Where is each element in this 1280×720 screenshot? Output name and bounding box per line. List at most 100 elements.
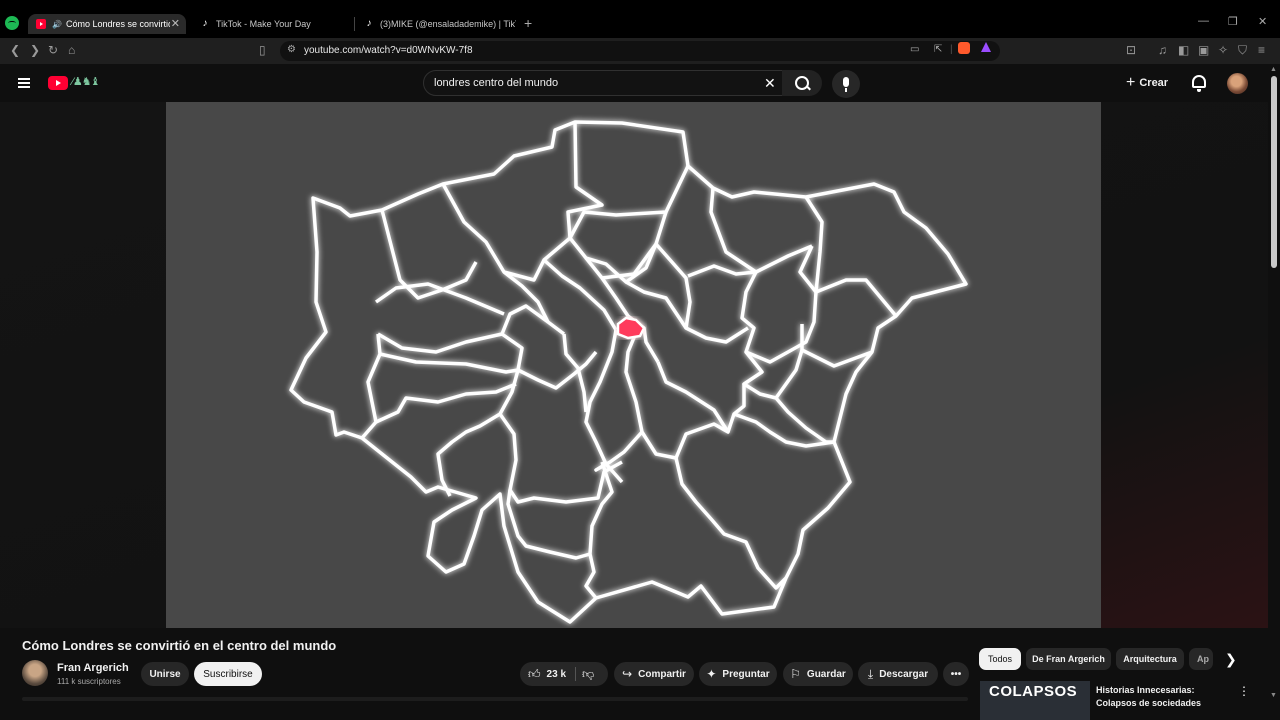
close-tab-icon[interactable]: ✕: [171, 17, 180, 30]
borough-border: [441, 121, 604, 282]
search-box[interactable]: londres centro del mundo ✕: [423, 70, 787, 96]
brave-shield-icon[interactable]: [958, 42, 970, 54]
notifications-icon[interactable]: [1192, 75, 1206, 92]
share-label: Compartir: [638, 668, 686, 680]
search-input[interactable]: londres centro del mundo: [434, 77, 558, 89]
account-avatar[interactable]: [1227, 73, 1248, 94]
clear-search-icon[interactable]: ✕: [764, 75, 776, 92]
subscriber-count: 111 k suscriptores: [57, 677, 121, 686]
description-box-edge[interactable]: [22, 697, 968, 701]
wallet-icon[interactable]: ▣: [1198, 43, 1209, 57]
hamburger-menu-icon[interactable]: [18, 78, 30, 88]
share-arrow-icon: ↪: [622, 667, 633, 681]
channel-avatar[interactable]: [22, 660, 48, 686]
borough-border: [742, 350, 834, 444]
tab-title: (3)MIKE (@ensaladademike) | TikTok: [380, 19, 516, 29]
borough-border: [542, 258, 618, 331]
address-bar[interactable]: ⚙ youtube.com/watch?v=d0WNvKW-7f8 ▭ ⇱ |: [280, 41, 1000, 61]
borough-border: [584, 461, 614, 600]
video-title: Cómo Londres se convirtió en el centro d…: [22, 638, 337, 653]
create-label: Crear: [1139, 77, 1169, 89]
rewards-icon[interactable]: [981, 42, 991, 52]
city-of-london-highlight: [616, 316, 646, 340]
back-icon[interactable]: ❮: [10, 43, 20, 57]
subscribe-button[interactable]: Suscribirse: [194, 662, 262, 686]
save-button[interactable]: ⚐ Guardar: [783, 662, 853, 686]
more-vert-icon[interactable]: ⋮: [1238, 684, 1250, 698]
chevron-right-icon[interactable]: ❯: [1225, 651, 1237, 668]
borough-border: [436, 332, 524, 497]
restore-icon[interactable]: ❐: [1228, 15, 1238, 28]
tab-title: Cómo Londres se convirtió en el centro d…: [65, 19, 170, 29]
borough-border: [568, 165, 690, 239]
minimize-icon[interactable]: —: [1198, 15, 1209, 27]
tab-tiktok-profile[interactable]: ♪ (3)MIKE (@ensaladademike) | TikTok: [356, 14, 517, 34]
page-scrollbar[interactable]: ▲ ▼: [1268, 64, 1280, 720]
chip-all[interactable]: Todos: [979, 648, 1021, 670]
media-icon[interactable]: ♫: [1158, 43, 1167, 57]
new-tab-button[interactable]: +: [524, 15, 532, 31]
chip-channel[interactable]: De Fran Argerich: [1026, 648, 1111, 670]
bookmark-icon: ⚐: [790, 667, 801, 681]
menu-icon[interactable]: ≡: [1258, 43, 1265, 57]
chip-architecture[interactable]: Arquitectura: [1116, 648, 1184, 670]
spotify-icon[interactable]: [5, 16, 19, 30]
borough-border: [674, 457, 788, 590]
related-video-title[interactable]: Historias Innecesarias: Colapsos de soci…: [1096, 684, 1236, 710]
search-button[interactable]: [782, 70, 822, 96]
bookmark-icon[interactable]: ▯: [259, 43, 266, 57]
video-player[interactable]: [166, 102, 1101, 628]
voice-search-button[interactable]: [832, 70, 860, 98]
download-label: Descargar: [879, 668, 929, 680]
site-info-icon[interactable]: ⚙: [287, 44, 296, 55]
like-icon[interactable]: 👍︎: [528, 667, 541, 682]
share-button[interactable]: ↪ Compartir: [614, 662, 694, 686]
create-button[interactable]: + Crear: [1126, 74, 1168, 92]
borough-border: [733, 412, 835, 448]
related-video-thumbnail[interactable]: COLAPSOS: [980, 681, 1090, 720]
borough-border: [584, 256, 660, 363]
browser-tab-strip: 🔊 Cómo Londres se convirtió en el centro…: [0, 0, 1280, 38]
scroll-thumb[interactable]: [1271, 76, 1277, 268]
chip-label: Ap: [1197, 654, 1209, 664]
join-label: Unirse: [149, 668, 181, 680]
channel-name[interactable]: Fran Argerich: [57, 662, 129, 674]
chip-label: Todos: [987, 654, 1013, 664]
thumbnail-text: COLAPSOS: [989, 683, 1078, 700]
youtube-logo[interactable]: [48, 76, 68, 90]
home-icon[interactable]: ⌂: [68, 43, 75, 57]
cast-icon[interactable]: ▭: [910, 44, 919, 55]
url-text: youtube.com/watch?v=d0WNvKW-7f8: [304, 45, 473, 56]
reload-icon[interactable]: ↻: [48, 43, 58, 57]
borough-border: [774, 324, 804, 400]
more-actions-button[interactable]: •••: [943, 662, 969, 686]
tab-tiktok[interactable]: ♪ TikTok - Make Your Day: [192, 14, 350, 34]
extension-icon[interactable]: ⊡: [1126, 43, 1136, 57]
join-button[interactable]: Unirse: [141, 662, 189, 686]
tiktok-icon: ♪: [366, 18, 372, 29]
close-window-icon[interactable]: ✕: [1258, 15, 1267, 28]
tab-youtube-video[interactable]: 🔊 Cómo Londres se convirtió en el centro…: [28, 14, 186, 34]
london-boroughs-map: [289, 120, 968, 624]
borough-outlines: [289, 120, 968, 624]
chip-more[interactable]: Ap: [1189, 648, 1213, 670]
share-icon[interactable]: ⇱: [934, 44, 942, 55]
ask-button[interactable]: ✦ Preguntar: [699, 662, 777, 686]
like-divider: [575, 667, 576, 681]
like-count[interactable]: 23 k: [547, 669, 566, 680]
sidebar-icon[interactable]: ◧: [1178, 43, 1189, 57]
borough-border: [377, 332, 503, 354]
tab-title: TikTok - Make Your Day: [216, 19, 311, 29]
borough-border: [517, 350, 598, 390]
subscribe-label: Suscribirse: [203, 668, 253, 680]
doodle-icon[interactable]: ⁄♟♞♝: [72, 75, 100, 88]
forward-icon[interactable]: ❯: [30, 43, 40, 57]
scroll-down-icon[interactable]: ▼: [1270, 692, 1277, 699]
leo-icon[interactable]: ✧: [1218, 43, 1228, 57]
borough-border: [379, 352, 519, 374]
dislike-icon[interactable]: 👎︎: [582, 667, 594, 682]
scroll-up-icon[interactable]: ▲: [1270, 66, 1277, 73]
vpn-icon[interactable]: ⛉: [1238, 43, 1247, 58]
plus-icon: +: [1126, 74, 1136, 91]
download-button[interactable]: ⤓ Descargar: [858, 662, 938, 686]
